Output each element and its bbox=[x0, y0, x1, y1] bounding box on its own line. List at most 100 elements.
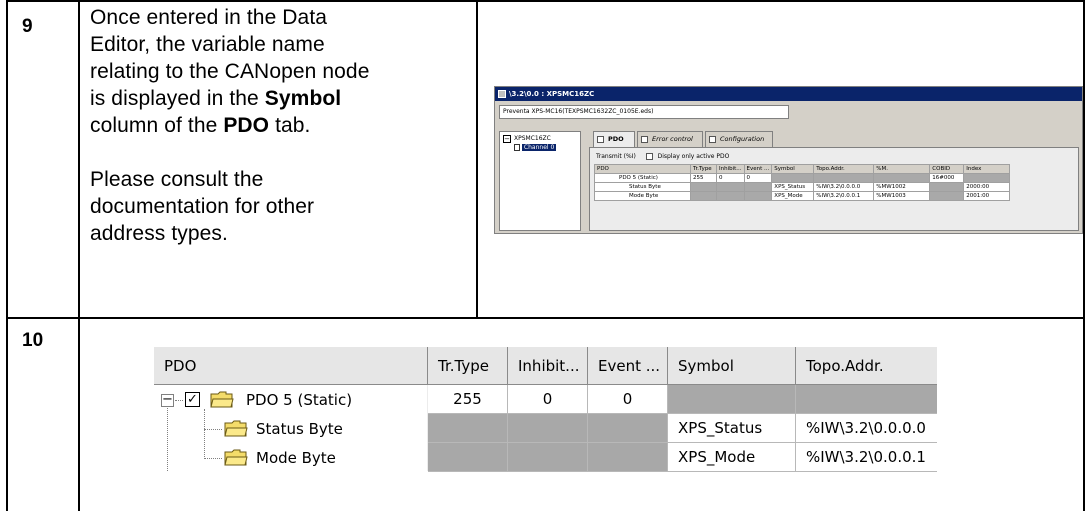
tab-configuration[interactable]: Configuration bbox=[705, 131, 773, 147]
mini-pdo-grid: PDO Tr.Type Inhibit... Event ... Symbol … bbox=[594, 164, 1011, 201]
topo-cell: %IW\3.2\0.0.0.1 bbox=[796, 443, 937, 472]
col-header[interactable]: %M. bbox=[873, 164, 931, 174]
event-cell[interactable]: 0 bbox=[588, 385, 668, 414]
col-header-pdo[interactable]: PDO bbox=[154, 347, 428, 385]
symbol-cell[interactable]: XPS_Mode bbox=[668, 443, 796, 472]
topo-cell bbox=[796, 385, 937, 414]
tab-error-control[interactable]: Error control bbox=[637, 131, 703, 147]
window-title: \3.2\0.0 : XPSMC16ZC bbox=[509, 90, 595, 98]
channel-icon bbox=[514, 144, 520, 151]
tree-line bbox=[204, 458, 222, 459]
table-row[interactable]: Mode Byte XPS_Mode %IW\3.2\0.0.0.1 %MW10… bbox=[594, 191, 1011, 201]
inhibit-cell[interactable]: 0 bbox=[716, 173, 745, 183]
symbol-cell bbox=[668, 385, 796, 414]
col-header-symbol[interactable]: Symbol bbox=[668, 347, 796, 385]
step-number-10: 10 bbox=[22, 330, 44, 351]
col-header-trtype[interactable]: Tr.Type bbox=[428, 347, 508, 385]
filter-row: Transmit (%I) Display only active PDO bbox=[596, 153, 730, 160]
symbol-cell[interactable]: XPS_Status bbox=[668, 414, 796, 443]
tab-icon bbox=[597, 136, 604, 143]
pdo-cell: Status Byte bbox=[594, 182, 691, 192]
tree-node-channel[interactable]: Channel 0 bbox=[514, 144, 557, 152]
symbol-cell[interactable]: XPS_Status bbox=[771, 182, 815, 192]
pdo-cell: PDO 5 (Static) bbox=[594, 173, 691, 183]
event-cell bbox=[743, 191, 773, 201]
col-header[interactable]: Tr.Type bbox=[690, 164, 717, 174]
table-row-divider bbox=[6, 317, 1085, 319]
window-icon bbox=[498, 90, 506, 98]
folder-icon bbox=[224, 420, 248, 437]
symbol-term: Symbol bbox=[264, 87, 342, 110]
instruction-line: address types. bbox=[90, 222, 228, 245]
inhibit-cell[interactable]: 0 bbox=[508, 385, 588, 414]
col-header[interactable]: Inhibit... bbox=[716, 164, 745, 174]
table-border-right bbox=[1083, 0, 1085, 511]
step-9-instructions: Once entered in the Data Editor, the var… bbox=[90, 4, 470, 247]
inhibit-cell bbox=[716, 182, 745, 192]
inhibit-cell bbox=[716, 191, 745, 201]
col-header[interactable]: Symbol bbox=[771, 164, 815, 174]
topo-cell: %IW\3.2\0.0.0.0 bbox=[796, 414, 937, 443]
mini-grid-header: PDO Tr.Type Inhibit... Event ... Symbol … bbox=[594, 164, 1011, 174]
tree-line bbox=[175, 400, 183, 401]
col-header[interactable]: COBID bbox=[929, 164, 965, 174]
tab-pdo[interactable]: PDO bbox=[593, 131, 635, 148]
pdo-cell: Mode Byte bbox=[594, 191, 691, 201]
topo-cell: %IW\3.2\0.0.0.1 bbox=[813, 191, 875, 201]
table-border-left bbox=[6, 0, 8, 511]
index-cell bbox=[963, 173, 1011, 183]
col-header-topo[interactable]: Topo.Addr. bbox=[796, 347, 937, 385]
col-header-inhibit[interactable]: Inhibit... bbox=[508, 347, 588, 385]
tr-type-cell[interactable]: 255 bbox=[428, 385, 508, 414]
cobid-cell bbox=[929, 191, 965, 201]
pdo-label[interactable]: PDO 5 (Static) bbox=[246, 390, 352, 410]
topo-cell bbox=[813, 173, 875, 183]
data-editor-screenshot: \3.2\0.0 : XPSMC16ZC Preventa XPS-MC16(T… bbox=[494, 86, 1083, 234]
tr-type-cell bbox=[428, 443, 508, 472]
index-cell: 2000:00 bbox=[963, 182, 1011, 192]
tr-type-cell bbox=[690, 182, 717, 192]
instruction-line: relating to the CANopen node bbox=[90, 60, 370, 83]
window-title-bar: \3.2\0.0 : XPSMC16ZC bbox=[495, 87, 1082, 101]
table-border-top bbox=[6, 0, 1085, 2]
active-pdo-checkbox[interactable] bbox=[645, 153, 653, 160]
pdo-panel: Transmit (%I) Display only active PDO PD… bbox=[589, 147, 1079, 231]
col-header-event[interactable]: Event ... bbox=[588, 347, 668, 385]
collapse-icon[interactable]: − bbox=[161, 393, 174, 407]
event-cell bbox=[743, 182, 773, 192]
mem-cell bbox=[873, 173, 931, 183]
topo-cell: %IW\3.2\0.0.0.0 bbox=[813, 182, 875, 192]
instruction-line: Editor, the variable name bbox=[90, 33, 325, 56]
table-row[interactable]: PDO 5 (Static) 255 0 0 16#000 bbox=[594, 173, 1011, 183]
tr-type-cell bbox=[428, 414, 508, 443]
col-header[interactable]: Event ... bbox=[743, 164, 773, 174]
instruction-line: is displayed in the Symbol bbox=[90, 87, 342, 110]
collapse-icon[interactable]: − bbox=[503, 135, 511, 143]
event-cell bbox=[588, 443, 668, 472]
table-col-divider bbox=[78, 0, 80, 511]
item-label[interactable]: Status Byte bbox=[256, 419, 343, 439]
symbol-cell[interactable]: XPS_Mode bbox=[771, 191, 815, 201]
folder-icon bbox=[210, 391, 234, 408]
item-label[interactable]: Mode Byte bbox=[256, 448, 336, 468]
instruction-line: column of the PDO tab. bbox=[90, 114, 311, 137]
col-header[interactable]: Index bbox=[963, 164, 1011, 174]
event-cell[interactable]: 0 bbox=[743, 173, 773, 183]
tr-type-cell[interactable]: 255 bbox=[690, 173, 717, 183]
pdo-grid-zoomed: PDO Tr.Type Inhibit... Event ... Symbol … bbox=[154, 347, 937, 472]
table-inner-divider bbox=[476, 0, 478, 318]
tree-line bbox=[204, 429, 222, 430]
pdo-enable-checkbox[interactable]: ✓ bbox=[185, 392, 200, 407]
col-header[interactable]: Topo.Addr. bbox=[813, 164, 875, 174]
mem-cell: %MW1002 bbox=[873, 182, 931, 192]
instruction-line: Please consult the bbox=[90, 168, 264, 191]
event-cell bbox=[588, 414, 668, 443]
instruction-line: documentation for other bbox=[90, 195, 315, 218]
tab-icon bbox=[641, 136, 648, 143]
inhibit-cell bbox=[508, 414, 588, 443]
tree-node-device[interactable]: XPSMC16ZC bbox=[514, 135, 551, 143]
table-row[interactable]: Status Byte XPS_Status %IW\3.2\0.0.0.0 %… bbox=[594, 182, 1011, 192]
mem-cell: %MW1003 bbox=[873, 191, 931, 201]
col-header[interactable]: PDO bbox=[594, 164, 691, 174]
